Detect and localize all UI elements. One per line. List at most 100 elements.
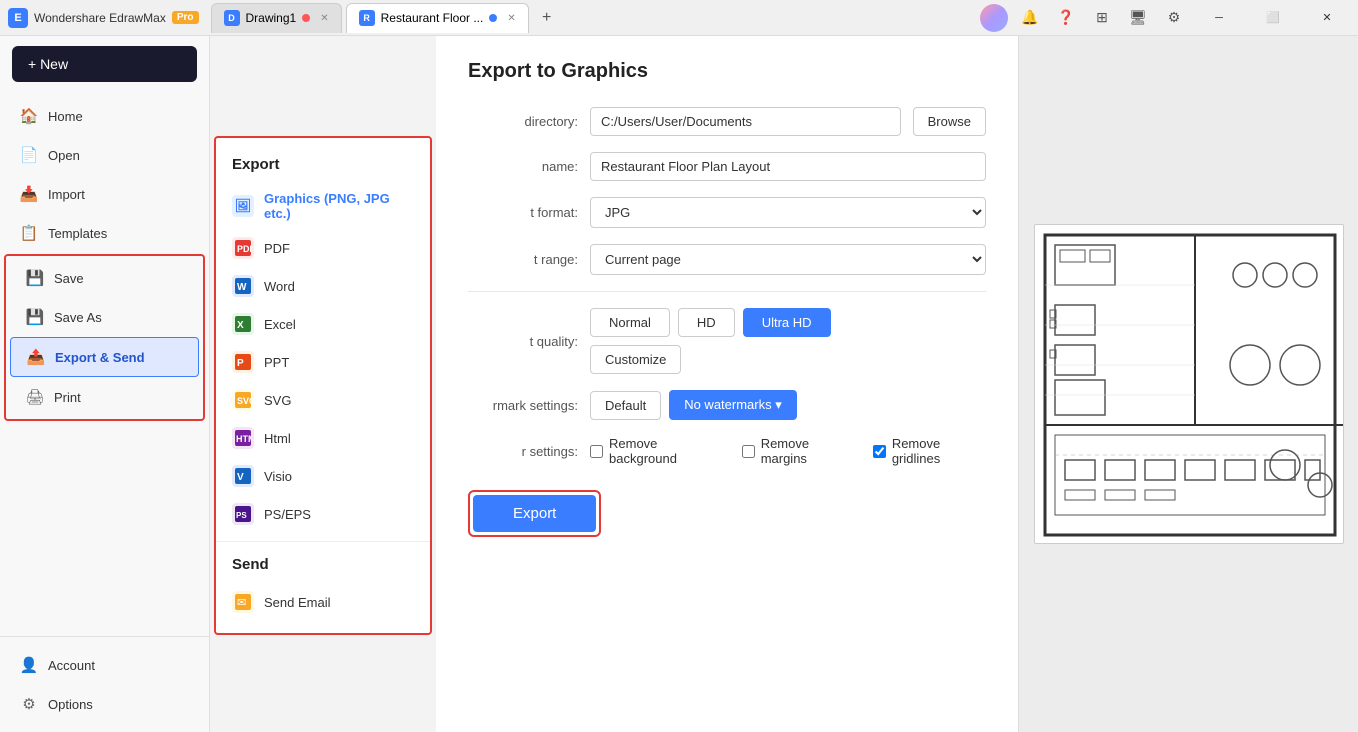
user-avatar[interactable] xyxy=(980,4,1008,32)
maximize-button[interactable]: ⬜ xyxy=(1250,2,1296,34)
export-item-html[interactable]: HTM Html xyxy=(216,419,430,457)
settings-icon[interactable]: ⚙ xyxy=(1160,4,1188,32)
help-icon[interactable]: ❓ xyxy=(1052,4,1080,32)
pseps-icon: PS xyxy=(232,503,254,525)
templates-icon: 📋 xyxy=(20,224,38,242)
word-icon: W xyxy=(232,275,254,297)
notification-icon[interactable]: 🔔 xyxy=(1016,4,1044,32)
remove-margins-text: Remove margins xyxy=(761,436,853,466)
grid-icon[interactable]: ⊞ xyxy=(1088,4,1116,32)
remove-background-checkbox[interactable] xyxy=(590,445,603,458)
form-panel: Export to Graphics directory: Browse nam… xyxy=(436,36,1018,732)
home-icon: 🏠 xyxy=(20,107,38,125)
save-icon: 💾 xyxy=(26,269,44,287)
quality-label: t quality: xyxy=(468,334,578,349)
export-item-graphics[interactable]: 🖼 Graphics (PNG, JPG etc.) xyxy=(216,183,430,229)
sidebar-item-templates-label: Templates xyxy=(48,226,107,241)
tab-drawing1-dot xyxy=(302,14,310,22)
remove-gridlines-checkbox[interactable] xyxy=(873,445,886,458)
remove-margins-label[interactable]: Remove margins xyxy=(742,436,853,466)
sidebar-item-print[interactable]: 🖨 Print xyxy=(10,378,199,416)
sidebar-item-save-as[interactable]: 💾 Save As xyxy=(10,298,199,336)
sidebar-item-account[interactable]: 👤 Account xyxy=(4,646,205,684)
format-label: t format: xyxy=(468,205,578,220)
directory-input[interactable] xyxy=(590,107,901,136)
export-item-excel[interactable]: X Excel xyxy=(216,305,430,343)
tab-restaurant[interactable]: R Restaurant Floor ... ✕ xyxy=(346,3,529,33)
sidebar-item-save[interactable]: 💾 Save xyxy=(10,259,199,297)
pdf-icon: PDF xyxy=(232,237,254,259)
tab-restaurant-close[interactable]: ✕ xyxy=(507,13,515,24)
display-icon[interactable]: 🖥 xyxy=(1124,4,1152,32)
export-item-send-email-label: Send Email xyxy=(264,595,330,610)
svg-text:PS: PS xyxy=(236,511,247,520)
customize-button[interactable]: Customize xyxy=(590,345,681,374)
remove-gridlines-label[interactable]: Remove gridlines xyxy=(873,436,986,466)
export-item-pseps-label: PS/EPS xyxy=(264,507,311,522)
quality-hd-button[interactable]: HD xyxy=(678,308,735,337)
sidebar-item-home-label: Home xyxy=(48,109,83,124)
sidebar-item-export-send[interactable]: 📤 Export & Send xyxy=(10,337,199,377)
tab-drawing1[interactable]: D Drawing1 ✕ xyxy=(211,3,342,33)
sidebar-item-import[interactable]: 📥 Import xyxy=(4,175,205,213)
range-select[interactable]: Current page All pages xyxy=(590,244,986,275)
quality-controls: Normal HD Ultra HD Customize xyxy=(590,308,831,374)
main-content: Export to Graphics directory: Browse nam… xyxy=(436,36,1358,732)
export-section-title: Export xyxy=(216,150,430,183)
quality-row: t quality: Normal HD Ultra HD Customize xyxy=(468,308,986,374)
export-btn-area: Export xyxy=(468,490,986,537)
export-item-pdf[interactable]: PDF PDF xyxy=(216,229,430,267)
name-input[interactable] xyxy=(590,152,986,181)
svg-text:V: V xyxy=(237,472,244,483)
range-label: t range: xyxy=(468,252,578,267)
browse-button[interactable]: Browse xyxy=(913,107,986,136)
other-label: r settings: xyxy=(468,444,578,459)
account-icon: 👤 xyxy=(20,656,38,674)
export-item-html-label: Html xyxy=(264,431,291,446)
app-body: + New 🏠 Home 📄 Open 📥 Import 📋 Templates xyxy=(0,36,1358,732)
form-divider xyxy=(468,291,986,292)
quality-ultrahd-button[interactable]: Ultra HD xyxy=(743,308,831,337)
export-item-visio[interactable]: V Visio xyxy=(216,457,430,495)
new-button[interactable]: + New xyxy=(12,46,197,82)
tab-restaurant-dot xyxy=(489,14,497,22)
watermark-default-button[interactable]: Default xyxy=(590,391,661,420)
svg-text:W: W xyxy=(237,282,247,293)
sidebar-item-open-label: Open xyxy=(48,148,80,163)
sidebar-item-templates[interactable]: 📋 Templates xyxy=(4,214,205,252)
export-button[interactable]: Export xyxy=(473,495,596,532)
tab-restaurant-label: Restaurant Floor ... xyxy=(381,11,484,25)
other-settings-row: r settings: Remove background Remove mar… xyxy=(468,436,986,466)
sidebar-item-home[interactable]: 🏠 Home xyxy=(4,97,205,135)
tab-drawing1-close[interactable]: ✕ xyxy=(320,13,328,24)
sidebar-item-account-label: Account xyxy=(48,658,95,673)
sidebar-item-options[interactable]: ⚙ Options xyxy=(4,685,205,723)
export-item-send-email[interactable]: ✉ Send Email xyxy=(216,583,430,621)
tab-drawing1-label: Drawing1 xyxy=(246,11,297,25)
format-row: t format: JPG PNG BMP SVG GIF xyxy=(468,197,986,228)
open-icon: 📄 xyxy=(20,146,38,164)
format-select[interactable]: JPG PNG BMP SVG GIF xyxy=(590,197,986,228)
export-panel: Export 🖼 Graphics (PNG, JPG etc.) PDF PD… xyxy=(214,136,432,635)
export-item-word[interactable]: W Word xyxy=(216,267,430,305)
minimize-button[interactable]: ─ xyxy=(1196,2,1242,34)
new-tab-button[interactable]: + xyxy=(533,4,561,32)
export-item-ppt-label: PPT xyxy=(264,355,289,370)
remove-margins-checkbox[interactable] xyxy=(742,445,755,458)
html-icon: HTM xyxy=(232,427,254,449)
sidebar-item-open[interactable]: 📄 Open xyxy=(4,136,205,174)
watermark-none-button[interactable]: No watermarks ▾ xyxy=(669,390,797,420)
export-item-svg[interactable]: SVG SVG xyxy=(216,381,430,419)
titlebar: E Wondershare EdrawMax Pro D Drawing1 ✕ … xyxy=(0,0,1358,36)
ppt-icon: P xyxy=(232,351,254,373)
export-item-ppt[interactable]: P PPT xyxy=(216,343,430,381)
excel-icon: X xyxy=(232,313,254,335)
send-email-icon: ✉ xyxy=(232,591,254,613)
customize-wrap: Customize xyxy=(590,345,831,374)
quality-normal-button[interactable]: Normal xyxy=(590,308,670,337)
export-item-pseps[interactable]: PS PS/EPS xyxy=(216,495,430,533)
close-button[interactable]: ✕ xyxy=(1304,2,1350,34)
sidebar-item-save-as-label: Save As xyxy=(54,310,102,325)
remove-background-label[interactable]: Remove background xyxy=(590,436,722,466)
sidebar-item-export-send-label: Export & Send xyxy=(55,350,145,365)
